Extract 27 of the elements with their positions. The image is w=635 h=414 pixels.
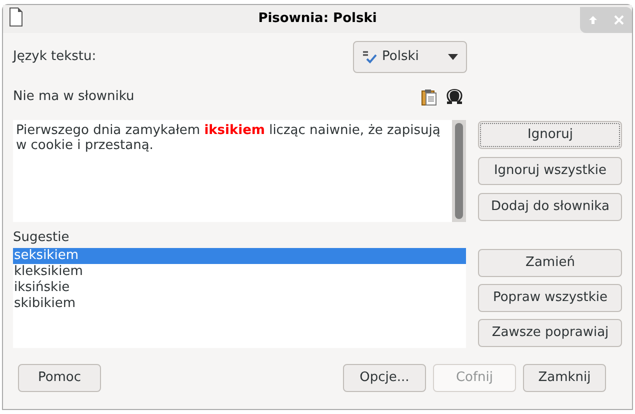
suggestion-item[interactable]: iksińskie <box>13 280 466 296</box>
spellcheck-icon <box>362 50 378 64</box>
clipboard-icon[interactable] <box>421 88 437 106</box>
help-button[interactable]: Pomoc <box>18 364 101 392</box>
window-title: Pisownia: Polski <box>258 10 377 28</box>
language-dropdown[interactable]: Polski <box>353 41 467 73</box>
action-button[interactable]: Ignoruj wszystkie <box>478 157 622 185</box>
action-button[interactable]: Ignoruj <box>478 121 622 149</box>
suggestion-item[interactable]: skibikiem <box>13 296 466 312</box>
dialog-button[interactable]: Opcje... <box>343 364 426 392</box>
sentence-box[interactable]: Pierwszego dnia zamykałem iksikiem licząc naiwnie, że zapisują w cookie i przestaną. <box>13 120 466 222</box>
not-in-dictionary-label: Nie ma w słowniku <box>13 88 136 106</box>
omega-icon[interactable] <box>446 89 463 105</box>
action-button[interactable]: Zamień <box>478 249 622 277</box>
action-button[interactable]: Popraw wszystkie <box>478 284 622 312</box>
dropdown-arrow-icon <box>448 54 458 60</box>
sentence-text: Pierwszego dnia zamykałem iksikiem licząc naiwnie, że zapisują w cookie i przestaną. <box>15 122 442 153</box>
language-label: Język tekstu: <box>13 48 98 66</box>
suggestion-item[interactable]: seksikiem <box>13 248 466 264</box>
suggestions-list[interactable]: seksikiem kleksikiem iksińskie skibikiem <box>13 248 466 348</box>
scrollbar[interactable] <box>452 120 466 222</box>
dialog-button[interactable]: Zamknij <box>523 364 606 392</box>
action-button[interactable]: Zawsze poprawiaj <box>478 319 622 347</box>
document-icon <box>9 7 23 27</box>
suggestions-label: Sugestie <box>13 229 70 247</box>
action-button[interactable]: Dodaj do słownika <box>478 193 622 221</box>
suggestion-item[interactable]: kleksikiem <box>13 264 466 280</box>
